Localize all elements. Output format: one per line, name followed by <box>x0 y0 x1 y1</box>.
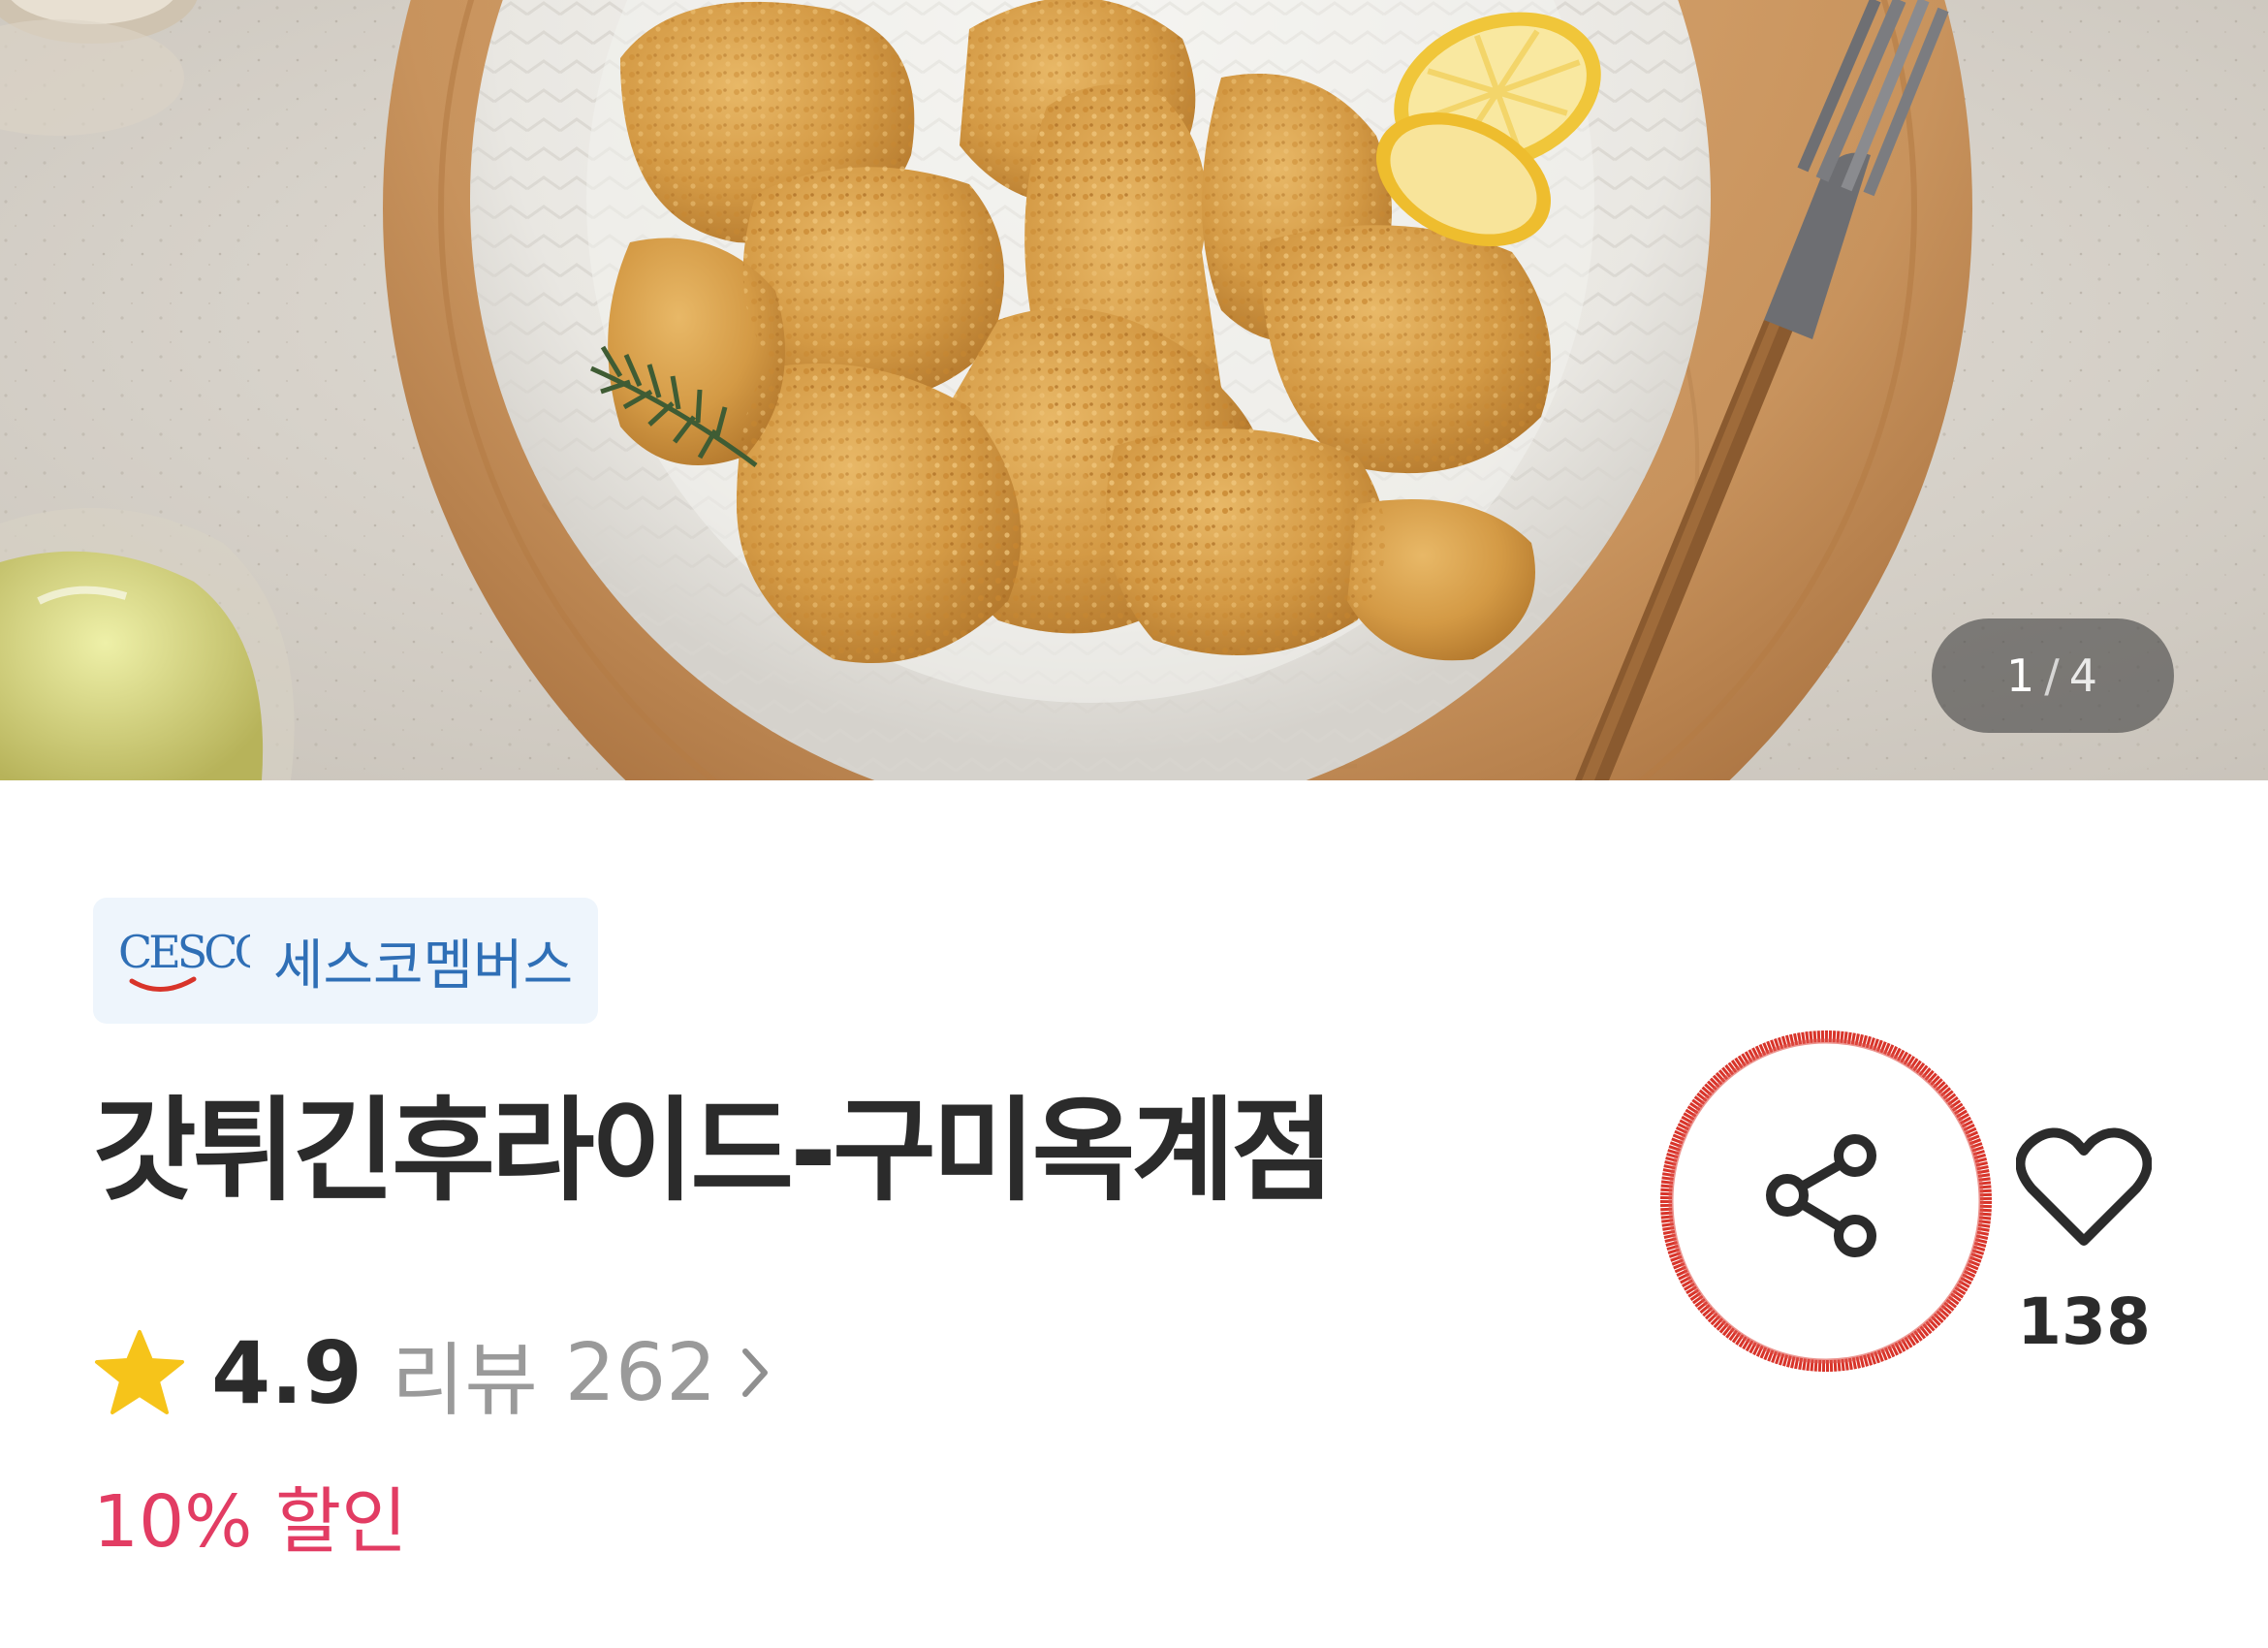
rating-value: 4.9 <box>211 1322 362 1423</box>
product-image-carousel[interactable]: 1 / 4 <box>0 0 2268 780</box>
heart-outline-icon <box>2016 1127 2152 1246</box>
total-image-count: 4 <box>2068 650 2100 702</box>
share-button[interactable] <box>1752 1123 1898 1268</box>
rating-row: 4.9 리뷰 262 <box>93 1322 772 1427</box>
star-icon <box>95 1330 184 1414</box>
like-button[interactable] <box>2011 1117 2157 1262</box>
current-image-index: 1 <box>2005 650 2037 702</box>
brand-tag[interactable]: CESCO 세스코멤버스 <box>93 898 599 1024</box>
fried-chicken-photo <box>0 0 2268 780</box>
discount-badge: 10% 할인 <box>93 1480 408 1564</box>
page-separator: / <box>2044 650 2062 702</box>
product-title: 갓튀긴후라이드-구미옥계점 <box>93 1086 1335 1217</box>
share-icon <box>1766 1134 1876 1257</box>
brand-logo-text: CESCO <box>118 926 250 978</box>
cesco-logo-icon: CESCO <box>118 926 250 992</box>
review-link[interactable]: 리뷰 262 <box>392 1315 772 1431</box>
review-label: 리뷰 <box>391 1334 538 1427</box>
image-page-indicator: 1 / 4 <box>1932 618 2174 733</box>
brand-name: 세스코멤버스 <box>273 934 574 998</box>
like-count: 138 <box>2017 1284 2151 1359</box>
chevron-right-icon <box>742 1348 769 1397</box>
review-count: 262 <box>564 1326 717 1419</box>
